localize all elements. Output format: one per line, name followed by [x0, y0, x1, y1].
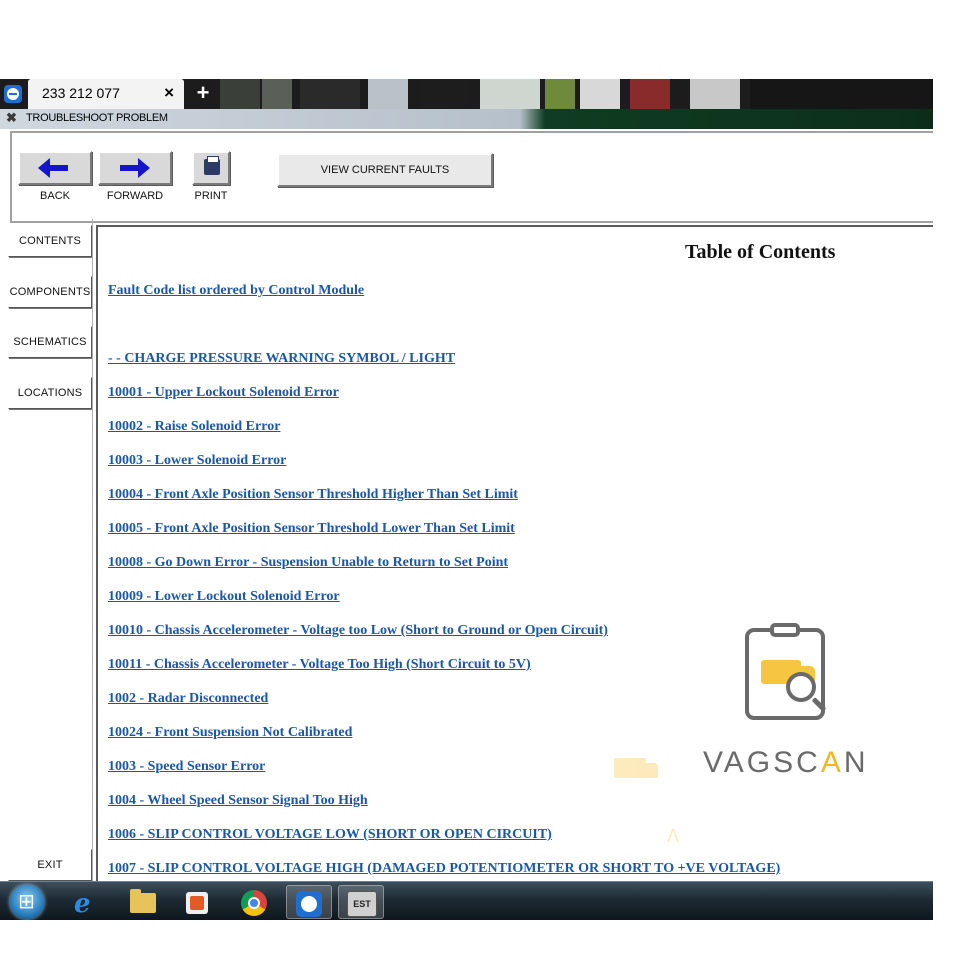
toolbar: BACK FORWARD PRINT VIEW CURRENT FAULTS — [10, 131, 933, 223]
forward-button[interactable]: FORWARD — [98, 151, 172, 202]
toc-link[interactable]: 10011 - Chassis Accelerometer - Voltage … — [108, 657, 531, 673]
toc-link[interactable]: 1004 - Wheel Speed Sensor Signal Too Hig… — [108, 793, 368, 809]
page-title: Table of Contents — [685, 241, 836, 263]
session-tab-bar: 233 212 077 × + — [0, 79, 933, 109]
toc-link[interactable]: 1002 - Radar Disconnected — [108, 691, 268, 707]
back-button[interactable]: BACK — [18, 151, 92, 202]
media-player-icon[interactable] — [178, 885, 214, 919]
forward-label: FORWARD — [106, 190, 164, 202]
nav-contents-button[interactable]: CONTENTS — [8, 225, 92, 257]
new-tab-button[interactable]: + — [192, 81, 214, 105]
remote-session-window: 233 212 077 × + ✖ TROUBLESHOOT PROBLEM B… — [0, 79, 933, 920]
back-label: BACK — [40, 190, 70, 202]
print-label: PRINT — [194, 190, 228, 202]
nav-schematics-button[interactable]: SCHEMATICS — [8, 326, 92, 358]
arrow-left-icon — [38, 158, 70, 178]
file-explorer-icon[interactable] — [124, 885, 160, 919]
toc-link[interactable]: - - CHARGE PRESSURE WARNING SYMBOL / LIG… — [108, 351, 455, 367]
magnifier-icon — [786, 672, 816, 702]
close-tab-icon[interactable]: × — [164, 83, 174, 103]
exit-button[interactable]: EXIT — [8, 849, 92, 881]
toc-link[interactable]: 10009 - Lower Lockout Solenoid Error — [108, 589, 340, 605]
printer-icon — [204, 156, 220, 175]
toc-link[interactable]: 10010 - Chassis Accelerometer - Voltage … — [108, 623, 608, 639]
watermark-truck-icon — [614, 758, 660, 784]
toc-link[interactable]: 10002 - Raise Solenoid Error — [108, 419, 280, 435]
est-icon[interactable]: EST — [338, 885, 384, 919]
arrow-right-icon — [118, 158, 150, 178]
taskbar: e EST — [0, 881, 933, 920]
session-tab-title: 233 212 077 — [42, 85, 120, 101]
internet-explorer-icon[interactable]: e — [68, 885, 104, 919]
toc-link[interactable]: 10003 - Lower Solenoid Error — [108, 453, 286, 469]
view-current-faults-button[interactable]: VIEW CURRENT FAULTS — [277, 153, 493, 187]
vagscan-watermark: VAGSCAN — [703, 623, 873, 786]
app-title-bar: ✖ TROUBLESHOOT PROBLEM — [0, 109, 933, 129]
toc-link[interactable]: 10005 - Front Axle Position Sensor Thres… — [108, 521, 515, 537]
app-title: TROUBLESHOOT PROBLEM — [26, 112, 168, 124]
nav-components-button[interactable]: COMPONENTS — [8, 276, 92, 308]
chrome-icon[interactable] — [236, 885, 272, 919]
toc-link[interactable]: 10008 - Go Down Error - Suspension Unabl… — [108, 555, 508, 571]
toc-link-fault-code-list[interactable]: Fault Code list ordered by Control Modul… — [108, 283, 364, 299]
teamviewer-icon — [4, 85, 22, 103]
table-of-contents-panel[interactable]: Table of Contents Fault Code list ordere… — [96, 225, 933, 902]
toc-link[interactable]: 1006 - SLIP CONTROL VOLTAGE LOW (SHORT O… — [108, 827, 552, 843]
toc-link[interactable]: 10004 - Front Axle Position Sensor Thres… — [108, 487, 518, 503]
toc-link[interactable]: 10001 - Upper Lockout Solenoid Error — [108, 385, 339, 401]
toc-link[interactable]: 1007 - SLIP CONTROL VOLTAGE HIGH (DAMAGE… — [108, 861, 780, 877]
nav-divider — [92, 219, 93, 920]
toc-link[interactable]: 10024 - Front Suspension Not Calibrated — [108, 725, 352, 741]
watermark-text: VAGSCAN — [703, 746, 869, 779]
start-orb-icon[interactable] — [10, 885, 44, 919]
print-button[interactable]: PRINT — [192, 151, 230, 202]
nav-locations-button[interactable]: LOCATIONS — [8, 377, 92, 409]
toc-link[interactable]: 1003 - Speed Sensor Error — [108, 759, 265, 775]
watermark-glyph: Λ — [667, 826, 680, 846]
teamviewer-taskbar-icon[interactable] — [286, 885, 332, 919]
app-close-icon[interactable]: ✖ — [6, 111, 20, 125]
session-tab[interactable]: 233 212 077 × — [28, 79, 184, 109]
